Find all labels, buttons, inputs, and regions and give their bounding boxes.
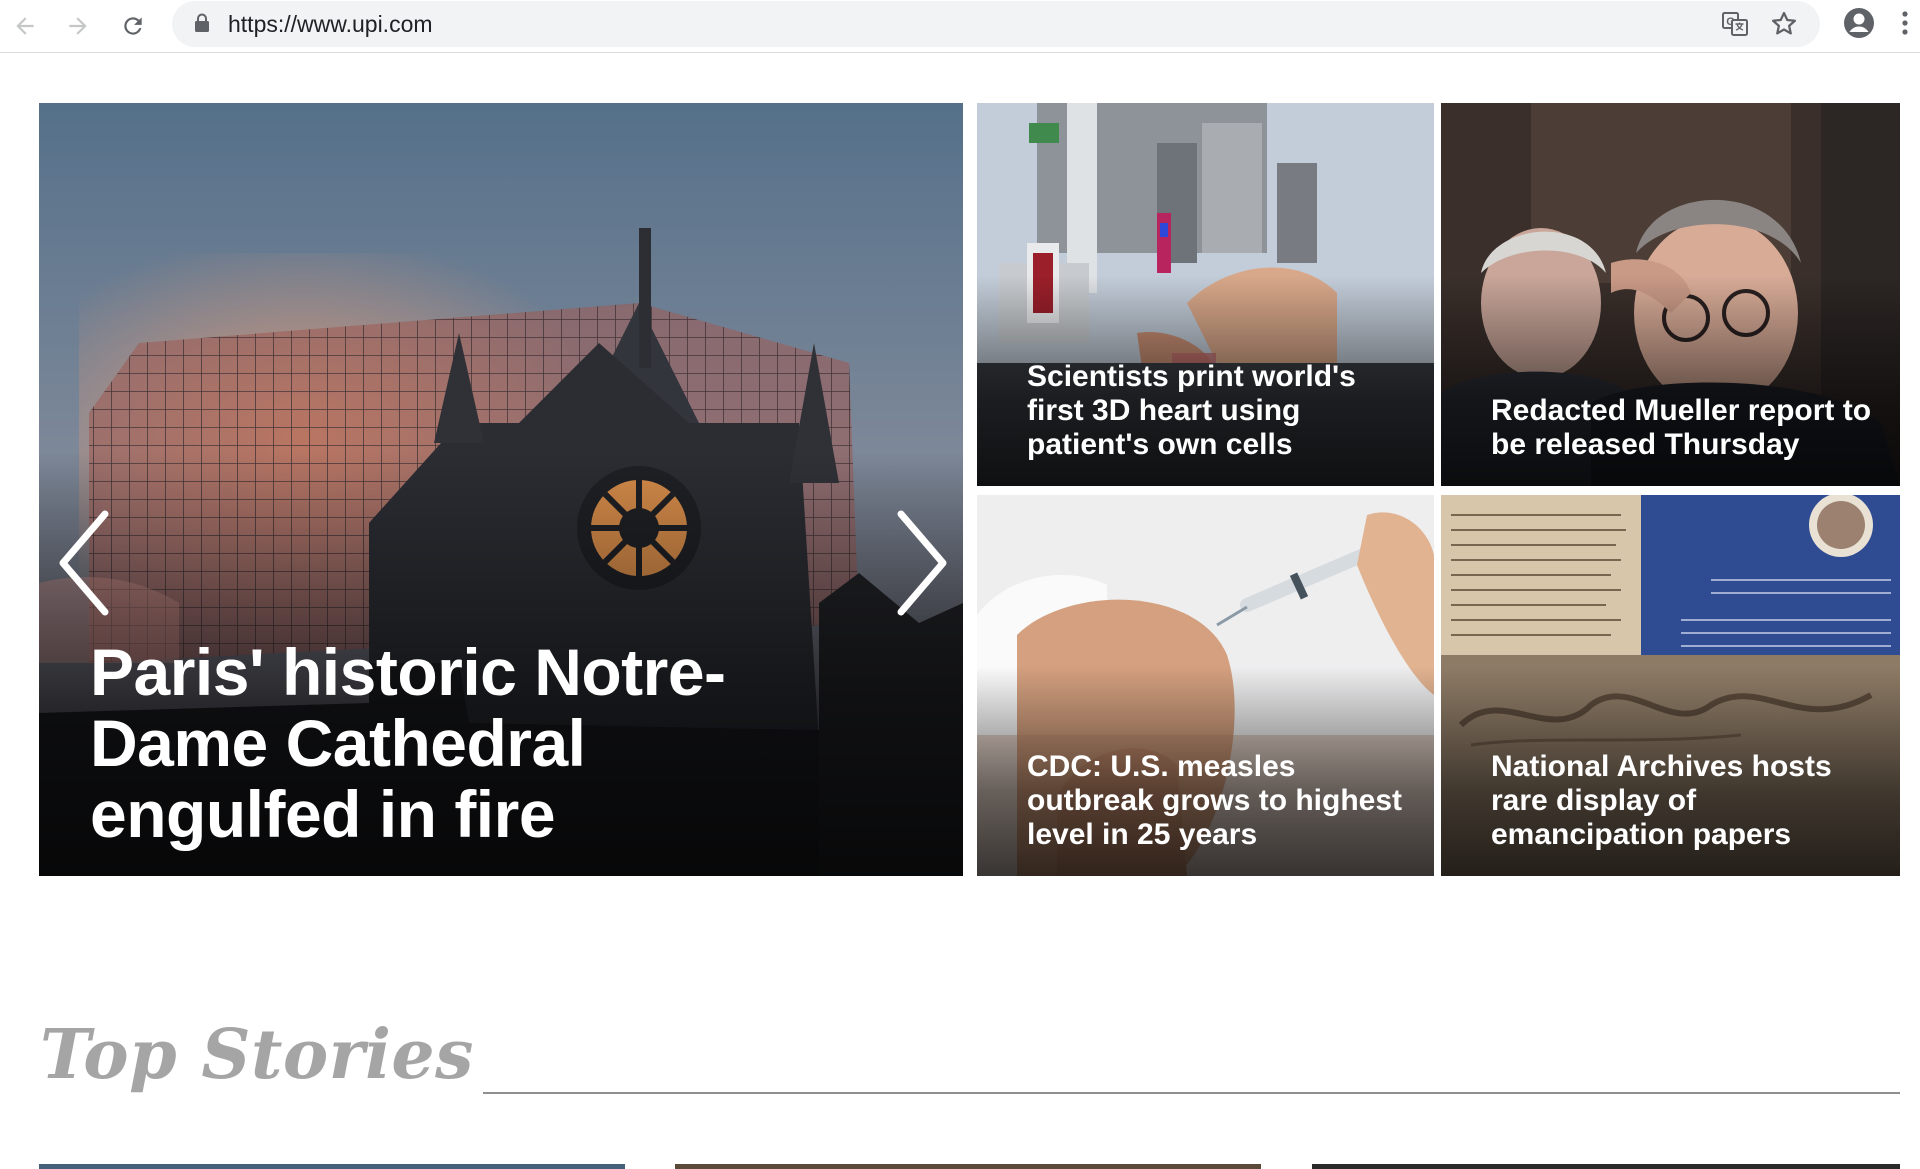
story-tile-3d-heart[interactable]: Scientists print world's first 3D heart … bbox=[977, 103, 1434, 486]
forward-arrow-icon bbox=[69, 17, 87, 35]
star-icon[interactable] bbox=[1769, 9, 1799, 39]
story-thumbnail[interactable] bbox=[675, 1164, 1261, 1169]
section-title: Top Stories bbox=[40, 1015, 474, 1095]
tile-headline[interactable]: Scientists print world's first 3D heart … bbox=[1027, 360, 1417, 462]
story-thumbnail[interactable] bbox=[1312, 1164, 1900, 1169]
forward-button[interactable] bbox=[58, 6, 98, 46]
tile-headline[interactable]: National Archives hosts rare display of … bbox=[1491, 750, 1881, 852]
section-divider bbox=[483, 1092, 1900, 1094]
story-tile-measles-outbreak[interactable]: CDC: U.S. measles outbreak grows to high… bbox=[977, 495, 1434, 876]
reload-icon bbox=[124, 17, 142, 35]
translate-icon[interactable]: G bbox=[1720, 9, 1750, 39]
url-text: https://www.upi.com bbox=[228, 11, 433, 37]
profile-icon[interactable] bbox=[1842, 6, 1876, 40]
lock-icon bbox=[195, 13, 209, 32]
kebab-menu-icon[interactable] bbox=[1898, 8, 1912, 38]
chevron-left-icon[interactable] bbox=[53, 508, 113, 618]
browser-toolbar: https://www.upi.com G bbox=[0, 0, 1920, 53]
back-button[interactable] bbox=[5, 6, 45, 46]
chevron-right-icon[interactable] bbox=[893, 508, 953, 618]
address-bar[interactable]: https://www.upi.com G bbox=[172, 1, 1820, 47]
back-arrow-icon bbox=[16, 17, 34, 35]
reload-button[interactable] bbox=[113, 6, 153, 46]
tile-headline[interactable]: Redacted Mueller report to be released T… bbox=[1491, 394, 1881, 462]
hero-story[interactable]: Paris' historic Notre-Dame Cathedral eng… bbox=[39, 103, 963, 876]
story-tile-mueller-report[interactable]: Redacted Mueller report to be released T… bbox=[1441, 103, 1900, 486]
story-thumbnail[interactable] bbox=[39, 1164, 625, 1169]
hero-headline[interactable]: Paris' historic Notre-Dame Cathedral eng… bbox=[90, 637, 850, 850]
tile-headline[interactable]: CDC: U.S. measles outbreak grows to high… bbox=[1027, 750, 1417, 852]
story-tile-national-archives[interactable]: National Archives hosts rare display of … bbox=[1441, 495, 1900, 876]
